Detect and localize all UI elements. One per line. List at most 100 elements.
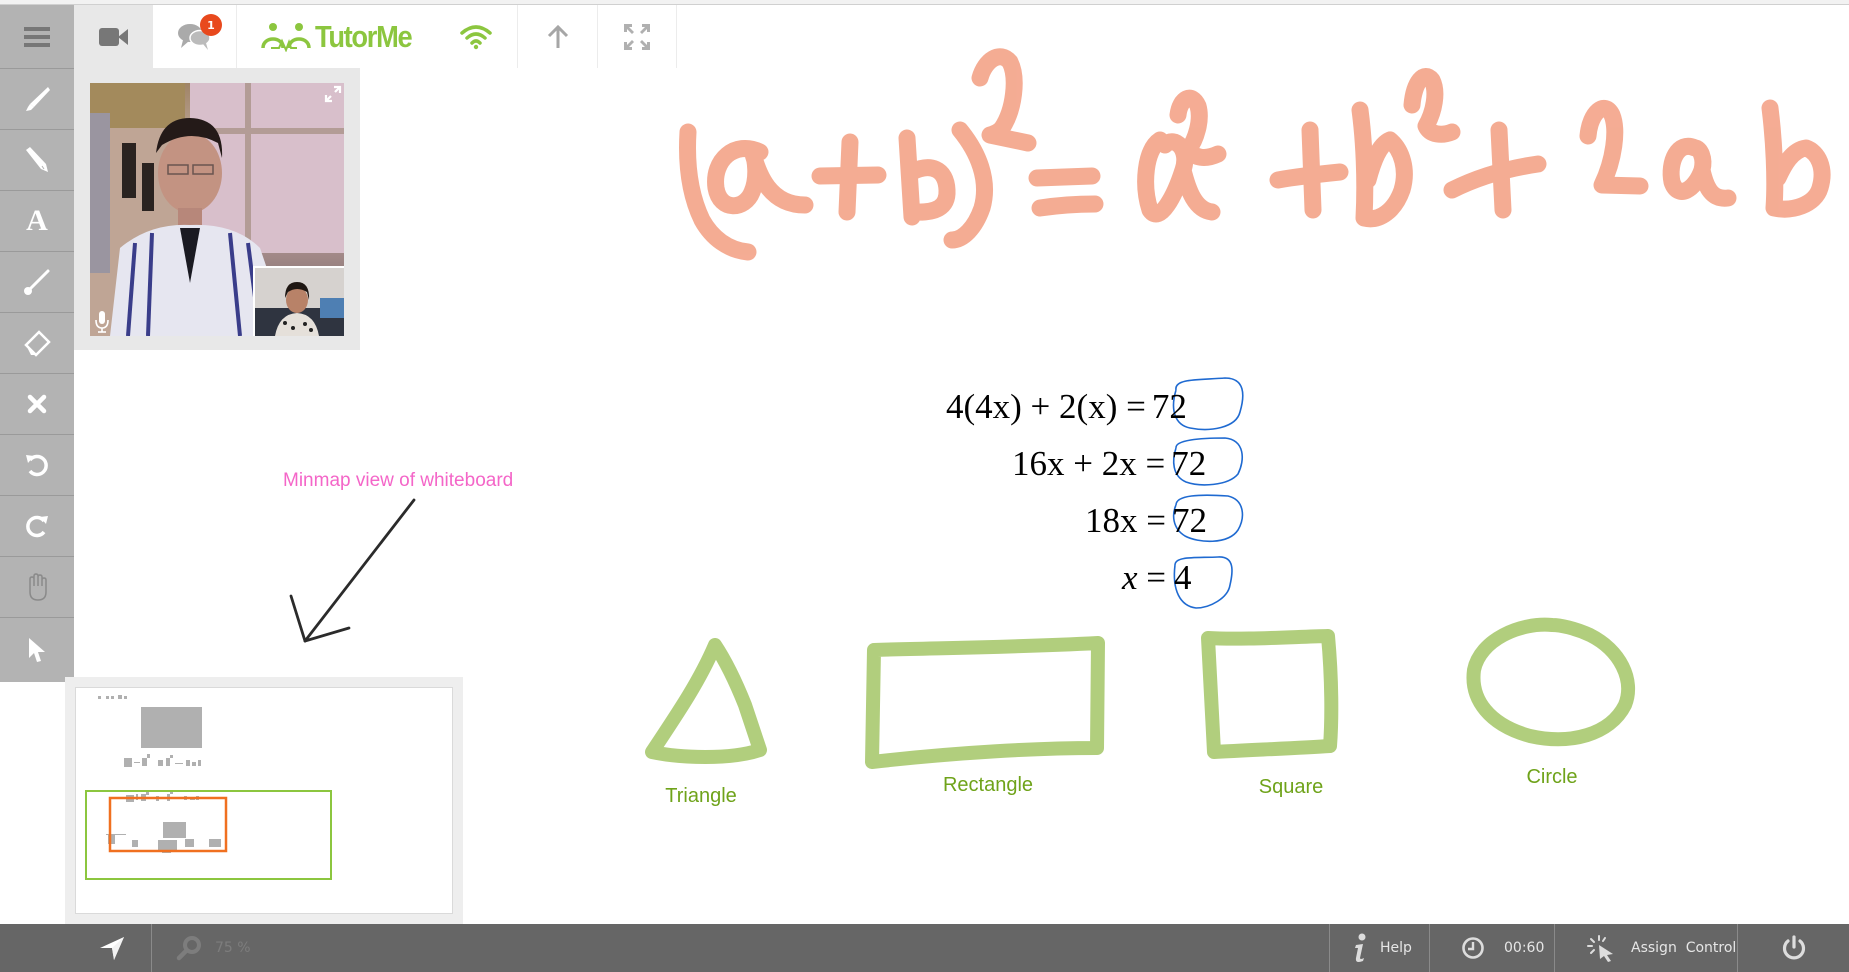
equation-row-2: 16x + 2x = 72	[1012, 444, 1206, 484]
session-timer: 00:60	[1461, 924, 1544, 972]
square-shape	[1201, 629, 1339, 759]
annotation-arrow	[289, 498, 416, 643]
equation-rhs: 72	[1151, 387, 1187, 426]
tutor-video-feed[interactable]	[90, 83, 344, 336]
divider	[151, 924, 152, 972]
divider	[1554, 924, 1555, 972]
line-tool-icon	[24, 269, 50, 295]
tool-sidebar: A	[0, 5, 74, 682]
wifi-signal-icon	[460, 24, 492, 49]
equation-lhs: x	[1122, 558, 1138, 597]
minimap-annotation: Minmap view of whiteboard	[283, 470, 514, 491]
assign-control-button[interactable]: Assign Control	[1587, 924, 1736, 972]
shape-label-circle: Circle	[1526, 766, 1578, 788]
line-tool-button[interactable]	[0, 252, 74, 313]
stroke-plus1-v	[838, 133, 859, 221]
equation-lhs: 4(4x) + 2(x)	[946, 387, 1118, 426]
stroke-b3	[1761, 99, 1831, 218]
chat-unread-badge: 1	[200, 14, 222, 36]
shapes-layer	[645, 617, 1636, 769]
top-toolbar: 1 TutorMe	[74, 5, 677, 68]
pan-tool-button[interactable]	[0, 557, 74, 618]
end-session-button[interactable]	[1781, 924, 1807, 972]
equation-row-3: 18x = 72	[1085, 501, 1207, 541]
stroke-plus3-v	[1490, 121, 1512, 219]
whiteboard-minimap[interactable]	[65, 677, 463, 924]
pencil-icon	[26, 147, 48, 172]
fullscreen-button[interactable]	[598, 5, 677, 68]
assign-control-icon	[1587, 935, 1613, 962]
equation-lhs: 18x	[1085, 501, 1138, 540]
marker-tool-button[interactable]	[0, 69, 74, 130]
zoom-level: 75 %	[215, 940, 251, 956]
equation-rhs: 72	[1171, 444, 1207, 483]
student-video-image	[255, 268, 344, 336]
text-tool-button[interactable]: A	[0, 191, 74, 252]
text-tool-icon: A	[26, 204, 48, 237]
expand-video-icon[interactable]	[324, 85, 342, 103]
redo-icon	[26, 515, 48, 538]
assign-control-label: Assign Control	[1631, 940, 1737, 956]
minimap-canvas[interactable]	[75, 687, 453, 914]
stroke-equals-bottom	[1031, 195, 1104, 217]
marker-icon	[26, 87, 50, 111]
power-icon	[1782, 935, 1806, 960]
stroke-equals-top	[1028, 167, 1101, 187]
hand-icon	[29, 573, 47, 601]
stroke-a1	[707, 139, 814, 215]
equals-sign: =	[1137, 558, 1167, 597]
select-tool-button[interactable]	[0, 618, 74, 682]
equals-sign: =	[1117, 387, 1146, 426]
eraser-tool-button[interactable]	[0, 313, 74, 374]
stroke-b1	[898, 129, 956, 226]
shape-label-triangle: Triangle	[665, 785, 737, 807]
microphone-icon[interactable]	[94, 310, 110, 334]
video-toggle-button[interactable]	[74, 5, 153, 68]
eraser-icon	[24, 330, 51, 357]
bottom-status-bar: 75 % Help 00:60 Assign Control	[0, 924, 1849, 972]
stroke-sup2-3	[1403, 68, 1461, 143]
navigate-button[interactable]	[98, 924, 126, 972]
stroke-close-paren	[943, 121, 994, 249]
student-video-feed[interactable]	[253, 266, 344, 336]
triangle-shape	[645, 638, 767, 764]
zoom-control[interactable]: 75 %	[176, 924, 251, 972]
clear-board-button[interactable]	[0, 374, 74, 435]
fullscreen-icon	[624, 23, 650, 50]
redo-button[interactable]	[0, 496, 74, 557]
stroke-sup2-2	[1169, 89, 1227, 166]
menu-button[interactable]	[0, 5, 74, 69]
info-icon	[1355, 933, 1366, 962]
tutorme-logo: TutorMe	[237, 5, 517, 68]
zoom-magnifier-icon	[176, 936, 201, 961]
pencil-tool-button[interactable]	[0, 130, 74, 191]
stroke-plus2-v	[1301, 121, 1322, 219]
equation-lhs: 16x + 2x	[1012, 444, 1137, 483]
minimap-thumbnails	[85, 695, 332, 880]
navigation-arrow-icon	[100, 937, 124, 960]
stroke-2	[1579, 100, 1649, 195]
shape-label-rectangle: Rectangle	[942, 774, 1034, 796]
pointer-icon	[29, 638, 45, 662]
arrow-up-icon	[547, 24, 568, 48]
upload-button[interactable]	[517, 5, 598, 68]
undo-button[interactable]	[0, 435, 74, 496]
tutorme-logo-icon	[261, 22, 311, 52]
chat-button[interactable]: 1	[153, 5, 237, 68]
circle-shape	[1466, 617, 1636, 747]
timer-value: 00:60	[1504, 940, 1545, 956]
stroke-b2	[1351, 101, 1413, 228]
divider	[1329, 924, 1330, 972]
stroke-sup2-1	[971, 48, 1037, 152]
equation-rhs: 4	[1174, 558, 1192, 597]
shape-label-square: Square	[1258, 776, 1324, 798]
rectangle-shape	[865, 636, 1105, 769]
equals-sign: =	[1136, 444, 1166, 483]
logo-text: TutorMe	[315, 18, 413, 54]
video-panel	[74, 68, 360, 350]
help-button[interactable]: Help	[1352, 924, 1412, 972]
minimap-video-thumb	[141, 707, 202, 748]
divider	[1737, 924, 1738, 972]
handwritten-formula	[679, 48, 1831, 261]
hamburger-menu-icon	[24, 26, 50, 47]
